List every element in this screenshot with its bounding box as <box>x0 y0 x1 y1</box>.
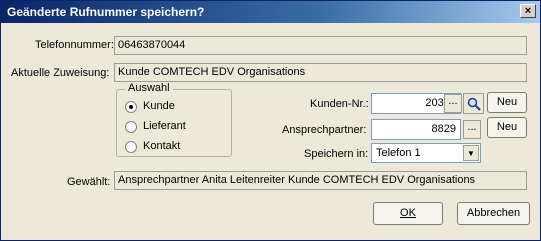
telefonnummer-label: Telefonnummer: <box>35 39 114 51</box>
radio-button[interactable] <box>125 101 137 113</box>
radio-label: Kontakt <box>143 140 181 152</box>
ansprechpartner-neu-button[interactable]: Neu <box>487 117 527 138</box>
auswahl-legend: Auswahl <box>125 82 173 94</box>
kunde-neu-button[interactable]: Neu <box>487 92 527 113</box>
close-button[interactable]: × <box>520 4 536 18</box>
radio-label: Kunde <box>143 100 175 112</box>
dialog-window: Geänderte Rufnummer speichern? × Telefon… <box>0 0 541 241</box>
radio-label: Lieferant <box>143 120 186 132</box>
search-icon <box>467 97 481 111</box>
chevron-down-icon[interactable]: ▼ <box>463 145 479 161</box>
close-icon: × <box>524 5 532 17</box>
kunden-nr-label: Kunden-Nr.: <box>310 98 369 110</box>
ansprechpartner-browse-button[interactable]: ... <box>463 120 481 139</box>
ok-button[interactable]: OK <box>373 202 443 225</box>
speichern-in-label: Speichern in: <box>304 148 369 160</box>
ok-label: OK <box>400 207 416 219</box>
ansprechpartner-label: Ansprechpartner: <box>282 124 367 136</box>
kunden-nr-browse-button[interactable]: ... <box>444 94 462 113</box>
auswahl-group: Auswahl Kunde Lieferant Kontakt <box>116 82 232 157</box>
window-title: Geänderte Rufnummer speichern? <box>7 5 205 19</box>
telefonnummer-field: 06463870044 <box>114 36 527 55</box>
cancel-button[interactable]: Abbrechen <box>457 202 530 225</box>
radio-button[interactable] <box>125 121 137 133</box>
speichern-in-select[interactable]: Telefon 1 ▼ <box>371 143 481 163</box>
gewaehlt-label: Gewählt: <box>67 176 111 188</box>
speichern-in-value: Telefon 1 <box>376 147 421 159</box>
title-bar[interactable]: Geänderte Rufnummer speichern? × <box>1 1 540 23</box>
cancel-label: Abbrechen <box>466 207 521 219</box>
ansprechpartner-input[interactable]: 8829 <box>371 119 461 140</box>
gewaehlt-field: Ansprechpartner Anita Leitenreiter Kunde… <box>114 171 527 190</box>
radio-button[interactable] <box>125 141 137 153</box>
zuweisung-label: Aktuelle Zuweisung: <box>11 67 110 79</box>
kunden-search-button[interactable] <box>463 93 484 114</box>
zuweisung-field: Kunde COMTECH EDV Organisations <box>114 63 527 82</box>
